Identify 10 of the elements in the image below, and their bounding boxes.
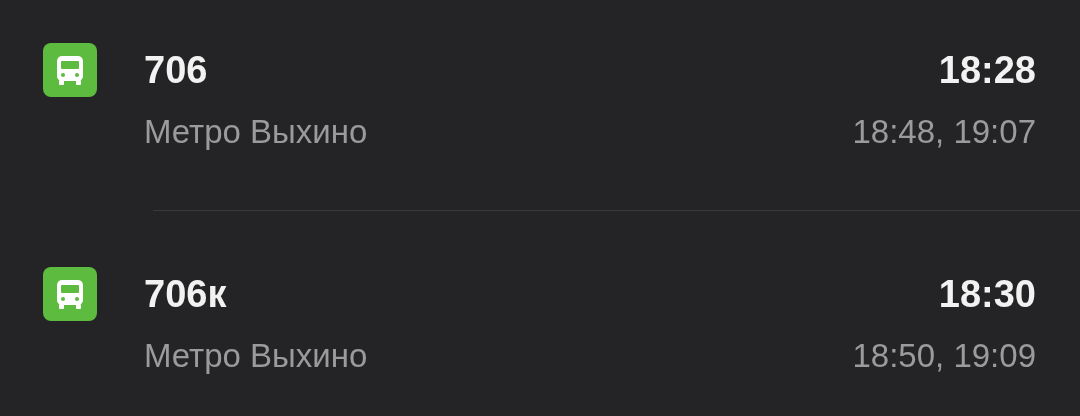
next-departure-time: 18:28: [938, 48, 1036, 93]
route-number: 706: [144, 48, 208, 93]
later-departure-times: 18:48, 19:07: [852, 112, 1036, 152]
bus-icon: [43, 43, 97, 97]
destination: Метро Выхино: [144, 112, 368, 152]
next-departure-time: 18:30: [938, 272, 1036, 317]
bus-icon: [43, 267, 97, 321]
destination: Метро Выхино: [144, 336, 368, 376]
later-departure-times: 18:50, 19:09: [852, 336, 1036, 376]
route-number: 706к: [144, 272, 227, 317]
